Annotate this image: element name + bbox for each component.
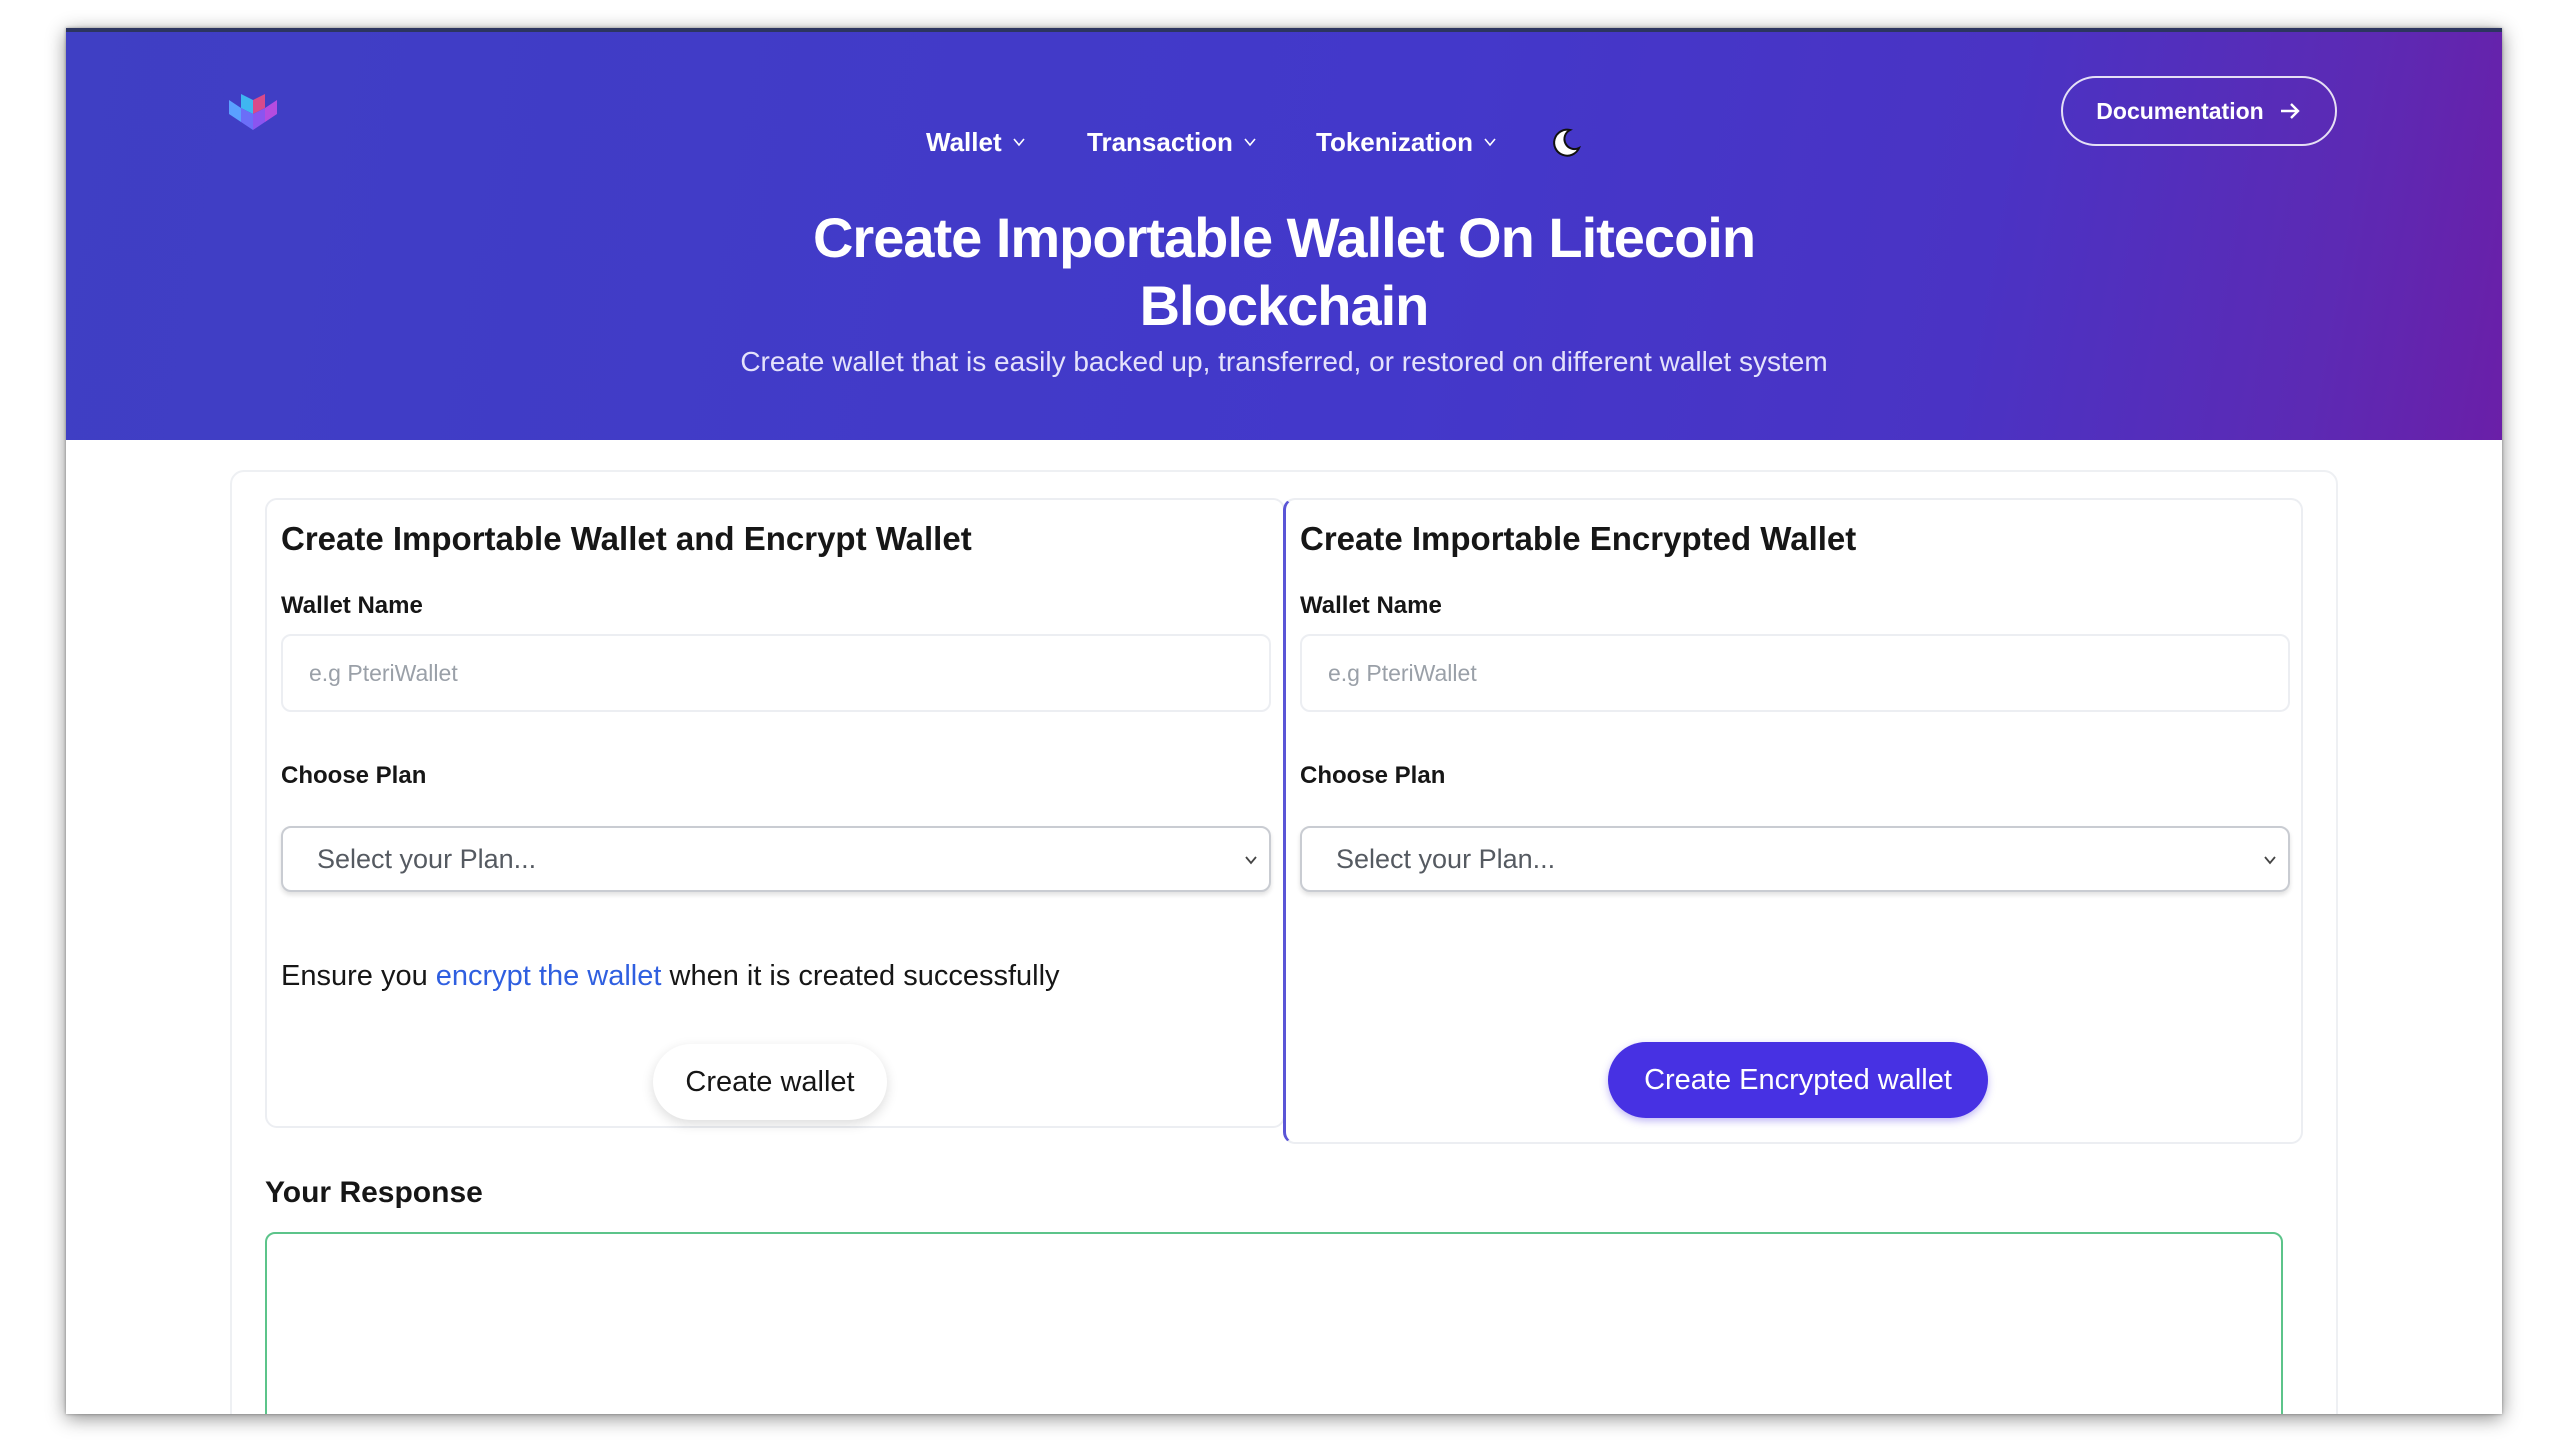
page-title-line-1: Create Importable Wallet On Litecoin	[812, 206, 1756, 269]
chevron-down-icon	[1245, 856, 1257, 865]
plan-select-value: Select your Plan...	[317, 843, 537, 874]
panel-title: Create Importable Encrypted Wallet	[1300, 520, 1857, 557]
moon-icon[interactable]	[1548, 124, 1584, 160]
choose-plan-label: Choose Plan	[1300, 762, 1446, 789]
encrypt-note: Ensure you encrypt the wallet when it is…	[281, 960, 1060, 993]
page-title-line-2: Blockchain	[1139, 274, 1430, 337]
encrypted-wallet-panel: Create Importable Encrypted Wallet Walle…	[1283, 498, 2303, 1144]
top-border	[66, 28, 2502, 32]
plan-select[interactable]: Select your Plan...	[281, 826, 1271, 892]
hero-header: Wallet Transaction Tokenization Document…	[66, 28, 2502, 440]
documentation-button[interactable]: Documentation	[2061, 76, 2337, 146]
response-label: Your Response	[265, 1176, 483, 1209]
nav-item-tokenization[interactable]: Tokenization	[1316, 112, 1497, 172]
nav-item-label: Transaction	[1087, 126, 1233, 157]
panel-title: Create Importable Wallet and Encrypt Wal…	[281, 520, 972, 557]
wallet-name-label: Wallet Name	[281, 592, 423, 619]
wallet-name-label: Wallet Name	[1300, 592, 1442, 619]
nav-item-label: Wallet	[926, 126, 1002, 157]
create-wallet-button[interactable]: Create wallet	[653, 1044, 887, 1120]
plan-select[interactable]: Select your Plan...	[1300, 826, 2290, 892]
chevron-down-icon	[1484, 138, 1496, 147]
nav-item-label: Tokenization	[1316, 126, 1473, 157]
nav-item-wallet[interactable]: Wallet	[926, 112, 1026, 172]
chevron-down-icon	[1012, 138, 1025, 147]
importable-wallet-panel: Create Importable Wallet and Encrypt Wal…	[265, 498, 1285, 1128]
arrow-right-icon	[2280, 103, 2300, 119]
create-encrypted-wallet-button[interactable]: Create Encrypted wallet	[1608, 1042, 1988, 1118]
page-subtitle: Create wallet that is easily backed up, …	[740, 346, 1828, 377]
page-title: Create Importable Wallet On Litecoin Blo…	[66, 204, 2502, 340]
encrypt-wallet-link[interactable]: encrypt the wallet	[436, 960, 662, 992]
documentation-label: Documentation	[2096, 97, 2264, 124]
wallet-name-input[interactable]	[281, 634, 1271, 712]
browser-window: Wallet Transaction Tokenization Document…	[66, 28, 2502, 1414]
plan-select-value: Select your Plan...	[1336, 843, 1556, 874]
wallet-name-input[interactable]	[1300, 634, 2290, 712]
choose-plan-label: Choose Plan	[281, 762, 427, 789]
chevron-down-icon	[2264, 856, 2276, 865]
response-textarea[interactable]	[265, 1232, 2283, 1414]
note-text-after: when it is created successfully	[661, 960, 1060, 992]
nav-item-transaction[interactable]: Transaction	[1087, 112, 1257, 172]
note-text-before: Ensure you	[281, 960, 436, 992]
chevron-down-icon	[1244, 138, 1256, 147]
